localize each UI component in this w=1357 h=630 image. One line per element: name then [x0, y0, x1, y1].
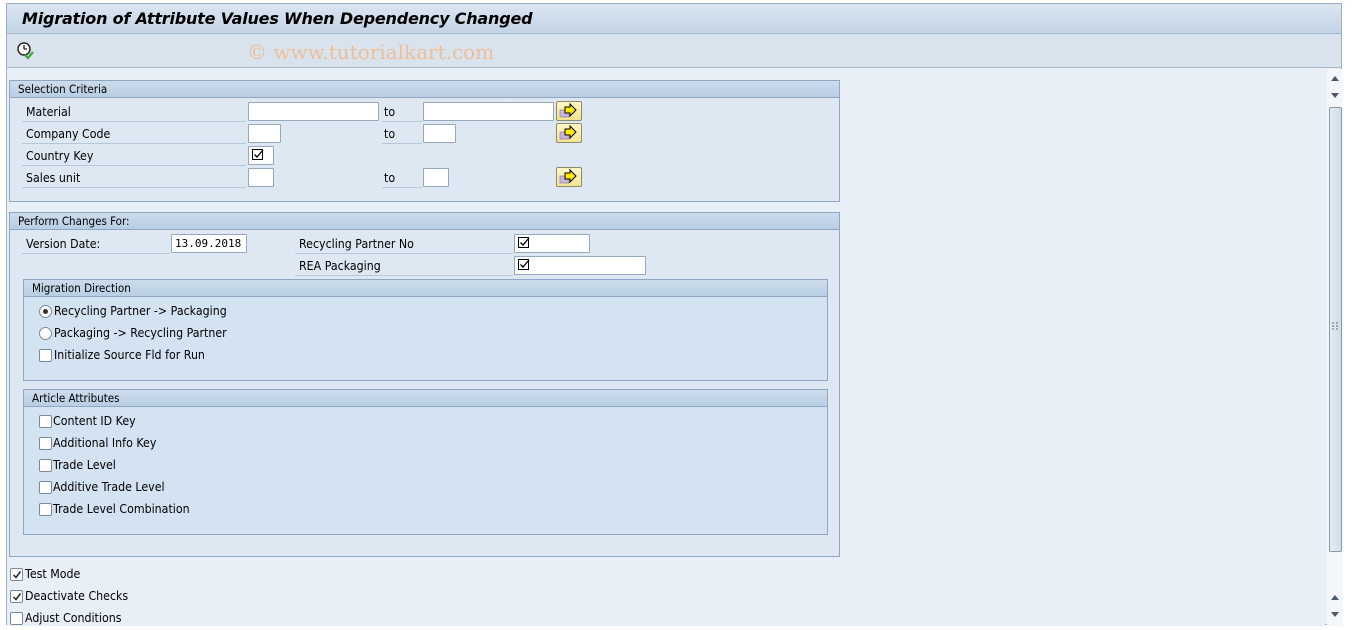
title-bar: Migration of Attribute Values When Depen…: [7, 4, 1341, 34]
checkbox-label: Additive Trade Level: [53, 480, 165, 494]
country-key-label: Country Key: [26, 149, 94, 163]
arrow-up-icon: [1331, 76, 1339, 81]
group-title: Migration Direction: [24, 280, 827, 297]
sales-unit-label: Sales unit: [26, 171, 81, 185]
scroll-up-button[interactable]: [1328, 590, 1342, 605]
sap-window: Migration of Attribute Values When Depen…: [6, 3, 1343, 626]
trade-level-checkbox[interactable]: [39, 459, 52, 472]
initialize-source-fld-checkbox[interactable]: [39, 349, 52, 362]
checkbox-label: Adjust Conditions: [25, 611, 122, 625]
watermark: © www.tutorialkart.com: [247, 40, 495, 64]
company-code-label: Company Code: [26, 127, 111, 141]
multiple-selection-arrow-icon: [559, 168, 577, 184]
material-from-input[interactable]: [248, 102, 379, 121]
trade-level-combination-checkbox[interactable]: [39, 503, 52, 516]
multiple-selection-arrow-icon: [559, 102, 577, 118]
radio-packaging-to-recycling-partner[interactable]: [39, 327, 52, 340]
arrow-down-icon: [1331, 93, 1339, 98]
scroll-page-down-button[interactable]: [1328, 88, 1342, 103]
article-attributes-group: Article Attributes Content ID Key Additi…: [23, 389, 828, 535]
to-label: to: [384, 127, 396, 141]
country-key-input[interactable]: [248, 146, 274, 165]
sales-unit-to-input[interactable]: [423, 168, 449, 187]
to-label: to: [384, 171, 396, 185]
rea-packaging-label: REA Packaging: [299, 259, 381, 273]
checkbox-label: Test Mode: [25, 567, 81, 581]
checkbox-input-icon: [518, 259, 530, 270]
checkbox-label: Deactivate Checks: [25, 589, 129, 603]
version-date-label: Version Date:: [26, 237, 101, 251]
vertical-scrollbar[interactable]: [1327, 69, 1343, 626]
company-code-to-input[interactable]: [423, 124, 456, 143]
material-label: Material: [26, 105, 71, 119]
checkbox-label: Trade Level Combination: [53, 502, 190, 516]
execute-clock-check-icon: [17, 42, 34, 60]
sales-unit-multiple-selection-button[interactable]: [556, 167, 582, 187]
company-code-from-input[interactable]: [248, 124, 281, 143]
recycling-partner-no-label: Recycling Partner No: [299, 237, 414, 251]
to-label: to: [384, 105, 396, 119]
version-date-input[interactable]: [171, 234, 247, 253]
group-title: Article Attributes: [24, 390, 827, 407]
checkbox-label: Initialize Source Fld for Run: [54, 348, 205, 362]
arrow-up-icon: [1331, 595, 1339, 600]
sales-unit-from-input[interactable]: [248, 168, 274, 187]
checkbox-input-icon: [518, 237, 530, 248]
arrow-down-icon: [1331, 612, 1339, 617]
group-title: Perform Changes For:: [10, 213, 839, 230]
checkbox-input-icon: [252, 149, 264, 160]
rea-packaging-input[interactable]: [514, 256, 646, 275]
recycling-partner-no-input[interactable]: [514, 234, 590, 253]
execute-button[interactable]: [16, 41, 36, 61]
test-mode-checkbox[interactable]: [10, 568, 23, 581]
company-code-multiple-selection-button[interactable]: [556, 123, 582, 143]
checkmark-icon: [12, 571, 22, 579]
scroll-down-button[interactable]: [1328, 607, 1342, 622]
selection-criteria-group: Selection Criteria Material to Company C…: [9, 80, 840, 202]
page-title: Migration of Attribute Values When Depen…: [22, 9, 533, 28]
material-to-input[interactable]: [423, 102, 554, 121]
checkbox-label: Trade Level: [53, 458, 116, 472]
perform-changes-group: Perform Changes For: Version Date: Recyc…: [9, 212, 840, 557]
application-toolbar: © www.tutorialkart.com: [7, 34, 1341, 68]
adjust-conditions-checkbox[interactable]: [10, 612, 23, 625]
multiple-selection-arrow-icon: [559, 124, 577, 140]
migration-direction-group: Migration Direction Recycling Partner ->…: [23, 279, 828, 381]
radio-recycling-partner-to-packaging[interactable]: [39, 305, 52, 318]
checkbox-label: Content ID Key: [53, 414, 136, 428]
material-multiple-selection-button[interactable]: [556, 101, 582, 121]
content-area: Selection Criteria Material to Company C…: [7, 69, 1325, 626]
scroll-page-up-button[interactable]: [1328, 71, 1342, 86]
additional-info-key-checkbox[interactable]: [39, 437, 52, 450]
resize-grip-icon[interactable]: [1332, 322, 1338, 330]
group-title: Selection Criteria: [10, 81, 839, 98]
additive-trade-level-checkbox[interactable]: [39, 481, 52, 494]
checkmark-icon: [12, 593, 22, 601]
content-id-key-checkbox[interactable]: [39, 415, 52, 428]
deactivate-checks-checkbox[interactable]: [10, 590, 23, 603]
checkbox-label: Additional Info Key: [53, 436, 157, 450]
radio-label: Recycling Partner -> Packaging: [54, 304, 227, 318]
radio-label: Packaging -> Recycling Partner: [54, 326, 227, 340]
